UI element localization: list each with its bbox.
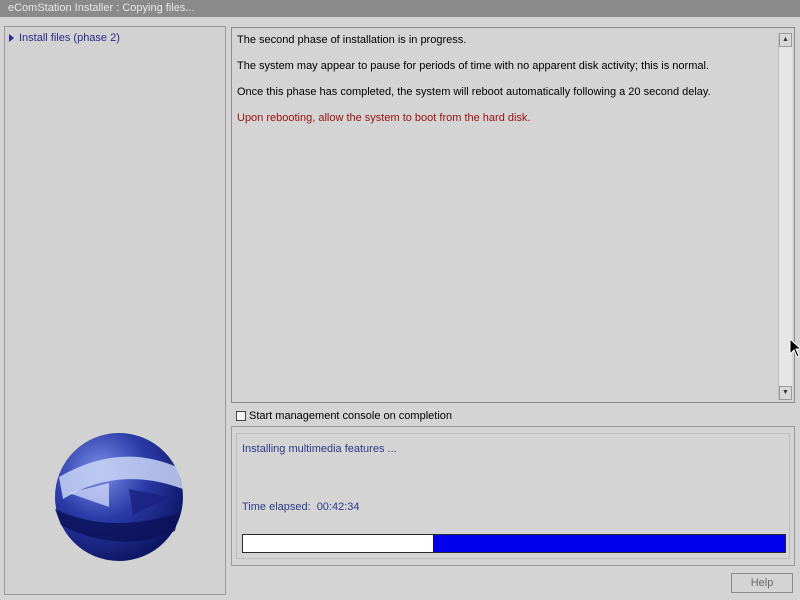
- reboot-warning: Upon rebooting, allow the system to boot…: [237, 112, 531, 124]
- sidebar: Install files (phase 2): [4, 26, 226, 595]
- progress-bar: [242, 534, 786, 553]
- info-line-2: The system may appear to pause for perio…: [237, 60, 709, 72]
- status-frame: Installing multimedia features ... Time …: [236, 433, 790, 559]
- scroll-down-icon[interactable]: ▼: [779, 386, 792, 400]
- management-console-checkbox[interactable]: [236, 411, 246, 421]
- info-line-1: The second phase of installation is in p…: [237, 34, 467, 46]
- window-title: eComStation Installer : Copying files...: [0, 0, 800, 17]
- time-elapsed-label: Time elapsed:: [242, 501, 311, 513]
- management-console-checkbox-row[interactable]: Start management console on completion: [236, 410, 452, 422]
- ecomstation-logo: [55, 433, 183, 561]
- info-line-3: Once this phase has completed, the syste…: [237, 86, 711, 98]
- status-panel: Installing multimedia features ... Time …: [231, 426, 795, 566]
- scroll-up-icon[interactable]: ▲: [779, 33, 792, 47]
- progress-bar-remaining: [243, 535, 433, 552]
- time-elapsed-value: 00:42:34: [316, 501, 360, 513]
- help-button[interactable]: Help: [731, 573, 793, 593]
- status-message: Installing multimedia features ...: [242, 443, 397, 455]
- time-elapsed: Time elapsed: 00:42:34: [242, 501, 366, 513]
- sidebar-item-label: Install files (phase 2): [19, 32, 120, 44]
- mouse-pointer-icon: [789, 338, 800, 358]
- checkbox-label: Start management console on completion: [249, 410, 453, 422]
- sidebar-item-install-files[interactable]: Install files (phase 2): [9, 32, 120, 44]
- triangle-right-icon: [9, 34, 14, 42]
- info-panel: The second phase of installation is in p…: [231, 27, 795, 403]
